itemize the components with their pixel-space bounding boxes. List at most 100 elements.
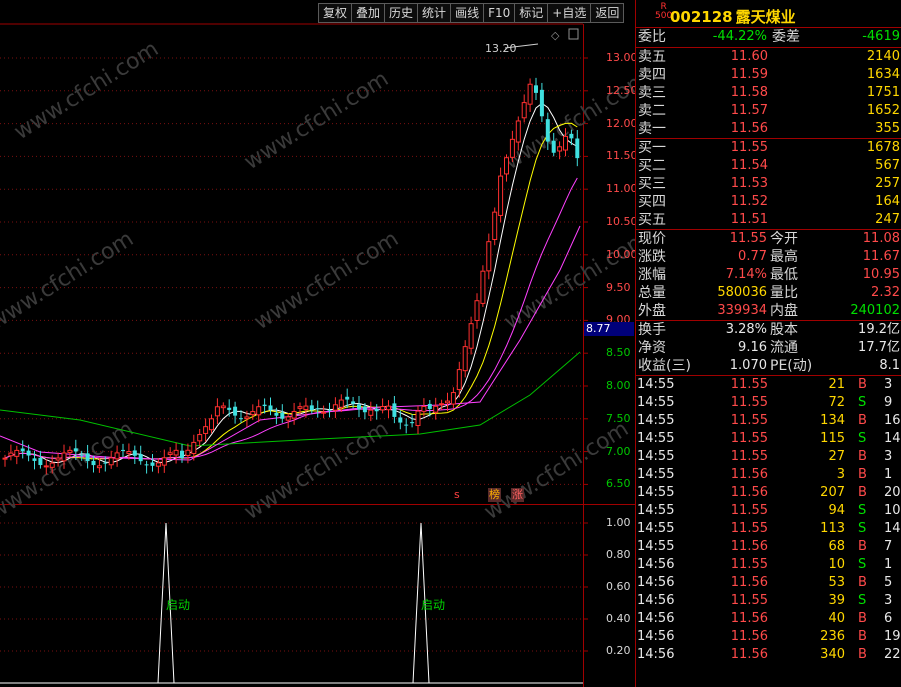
- candle-body: [357, 404, 361, 410]
- tick-count: 14: [884, 521, 901, 536]
- tick-row[interactable]: 14:55 11.55 72 S 9: [636, 394, 901, 412]
- peak-price-label: 13.20: [485, 42, 517, 55]
- buys-label: 买五: [638, 212, 666, 228]
- candle-body: [338, 399, 344, 408]
- tick-price: 11.55: [730, 521, 768, 536]
- indicator-axis-label: 1.00: [606, 516, 631, 529]
- buys-label: 买二: [638, 158, 666, 174]
- candle-body: [285, 416, 291, 421]
- diamond-icon[interactable]: ◇: [551, 29, 560, 42]
- tick-row[interactable]: 14:55 11.55 134 B 16: [636, 412, 901, 430]
- sells-row: 卖一 11.56 355: [636, 120, 901, 138]
- tick-row[interactable]: 14:56 11.56 40 B 6: [636, 610, 901, 628]
- tick-list[interactable]: 14:55 11.55 21 B 3 14:55 11.55 72 S 9 14:55 11.55 13…: [636, 376, 901, 664]
- event-tag[interactable]: 涨: [511, 488, 524, 502]
- tick-volume: 115: [820, 431, 845, 446]
- candle-body: [8, 452, 14, 457]
- tick-time: 14:56: [637, 647, 675, 662]
- tick-row[interactable]: 14:55 11.55 113 S 14: [636, 520, 901, 538]
- candle-body: [144, 464, 149, 466]
- candle-body: [173, 449, 179, 456]
- tick-row[interactable]: 14:55 11.55 21 B 3: [636, 376, 901, 394]
- quote-value: 11.08: [862, 231, 900, 246]
- quote-value: 11.55: [729, 231, 767, 246]
- tick-time: 14:55: [637, 503, 675, 518]
- candle-body: [268, 405, 273, 411]
- price-axis-label: 10.00: [606, 247, 638, 261]
- tick-price: 11.56: [730, 539, 768, 554]
- buys-label: 买三: [638, 176, 666, 192]
- tick-row[interactable]: 14:56 11.56 340 B 22: [636, 646, 901, 664]
- candlestick-chart[interactable]: www.cfchi.com www.cfchi.com www.cfchi.com w…: [0, 0, 635, 687]
- buys-volume: 247: [875, 212, 900, 227]
- candle-body: [167, 452, 173, 455]
- tick-row[interactable]: 14:56 11.55 39 S 3: [636, 592, 901, 610]
- tick-time: 14:55: [637, 485, 675, 500]
- candle-body: [239, 418, 243, 420]
- price-axis-label: 13.00: [606, 51, 638, 64]
- candle-body: [345, 396, 350, 400]
- candle-body: [220, 405, 226, 409]
- candle-body: [227, 407, 232, 410]
- tick-side: S: [858, 503, 867, 518]
- weicha-label: 委差: [772, 29, 800, 45]
- candle-body: [155, 462, 161, 467]
- signal-label-2: 启动: [421, 598, 446, 612]
- tick-row[interactable]: 14:55 11.55 115 S 14: [636, 430, 901, 448]
- quote-row: 总量 580036 量比 2.32: [636, 284, 901, 302]
- tick-side: B: [858, 485, 867, 500]
- indicator-axis-label: 0.60: [606, 580, 631, 593]
- tick-volume: 68: [828, 539, 845, 554]
- candle-body: [20, 448, 25, 452]
- fund-value: 3.28%: [725, 322, 767, 337]
- candle-body: [545, 119, 550, 142]
- watermark-text: www.cfchi.com: [0, 416, 138, 525]
- tick-row[interactable]: 14:56 11.56 236 B 19: [636, 628, 901, 646]
- tick-side: B: [858, 575, 867, 590]
- weibi-row: 委比 -44.22% 委差 -4619: [636, 28, 901, 48]
- fund-value: 8.1: [879, 358, 900, 373]
- candle-body: [61, 452, 67, 462]
- candle-body: [180, 450, 184, 459]
- candle-body: [274, 412, 279, 416]
- candle-body: [244, 416, 250, 420]
- price-axis-label: 8.50: [606, 346, 631, 360]
- candle-body: [26, 450, 31, 456]
- event-tag[interactable]: 榜: [488, 488, 501, 502]
- sells-row: 卖三 11.58 1751: [636, 84, 901, 102]
- sells-volume: 1634: [866, 67, 900, 82]
- tick-row[interactable]: 14:55 11.56 68 B 7: [636, 538, 901, 556]
- candle-body: [474, 300, 480, 321]
- candle-body: [49, 462, 55, 468]
- candle-body: [309, 405, 314, 411]
- sells-label: 卖五: [638, 49, 666, 65]
- candle-body: [315, 408, 320, 410]
- price-axis-label: 10.50: [606, 215, 638, 228]
- sell-orders: 卖五 11.60 2140 卖四 11.59 1634 卖三 11.58 1751 卖二 11.57…: [636, 48, 901, 139]
- tick-side: S: [858, 395, 867, 410]
- stock-title[interactable]: 002128 露天煤业: [670, 6, 796, 27]
- event-tag[interactable]: s: [453, 488, 461, 502]
- candle-body: [557, 146, 563, 152]
- candle-body: [398, 417, 403, 423]
- tick-row[interactable]: 14:55 11.56 3 B 1: [636, 466, 901, 484]
- buys-label: 买一: [638, 140, 666, 156]
- tick-row[interactable]: 14:55 11.55 27 B 3: [636, 448, 901, 466]
- fund-row: 净资 9.16 流通 17.7亿: [636, 339, 901, 357]
- candle-body: [404, 424, 409, 426]
- candle-body: [380, 406, 386, 411]
- tick-row[interactable]: 14:56 11.55 10 S 1: [636, 556, 901, 574]
- tick-side: S: [858, 431, 867, 446]
- tick-row[interactable]: 14:55 11.56 207 B 20: [636, 484, 901, 502]
- candle-body: [114, 452, 120, 460]
- quote-value: 0.77: [738, 249, 767, 264]
- window-icon[interactable]: [568, 28, 579, 40]
- tick-row[interactable]: 14:55 11.55 94 S 10: [636, 502, 901, 520]
- tick-row[interactable]: 14:56 11.56 53 B 5: [636, 574, 901, 592]
- candle-body: [563, 135, 568, 151]
- candle-body: [262, 404, 267, 407]
- buys-volume: 257: [875, 176, 900, 191]
- tick-time: 14:55: [637, 521, 675, 536]
- candle-body: [96, 465, 102, 469]
- quote-label: 内盘: [770, 303, 798, 319]
